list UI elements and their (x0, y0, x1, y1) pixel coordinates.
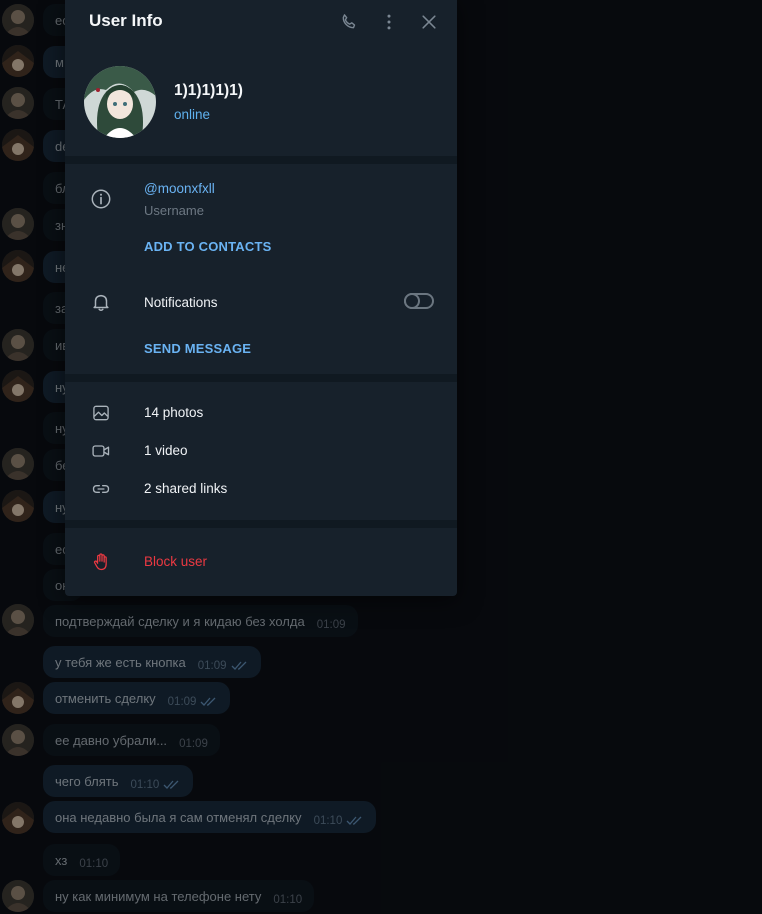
shared-links-row[interactable]: 2 shared links (65, 470, 457, 508)
shared-photos-label: 14 photos (144, 405, 204, 420)
block-user-label: Block user (144, 554, 208, 569)
divider (65, 156, 457, 164)
call-button[interactable] (337, 10, 361, 34)
block-user-row[interactable]: Block user (65, 543, 457, 581)
panel-header: User Info (65, 0, 457, 44)
shared-videos-row[interactable]: 1 video (65, 432, 457, 470)
panel-title: User Info (89, 11, 163, 30)
user-info-panel: User Info 1)1)1)1)1) online @moonxfxll U… (65, 0, 457, 596)
username-caption: Username (144, 203, 204, 218)
profile-avatar[interactable] (84, 66, 156, 138)
close-button[interactable] (417, 10, 441, 34)
bell-icon (89, 290, 113, 314)
profile-status: online (174, 107, 211, 122)
more-vertical-icon (387, 14, 391, 30)
info-icon (89, 187, 113, 211)
shared-videos-label: 1 video (144, 443, 188, 458)
divider (65, 520, 457, 528)
hand-stop-icon (89, 550, 113, 574)
notifications-label: Notifications (144, 295, 218, 310)
close-icon (422, 15, 436, 29)
more-button[interactable] (377, 10, 401, 34)
toggle-knob (404, 293, 420, 309)
profile-name: 1)1)1)1)1) (174, 82, 243, 99)
shared-photos-row[interactable]: 14 photos (65, 394, 457, 432)
add-to-contacts-button[interactable]: ADD TO CONTACTS (144, 239, 271, 254)
video-icon (89, 439, 113, 463)
link-icon (89, 477, 113, 501)
shared-links-label: 2 shared links (144, 481, 228, 496)
phone-icon (342, 14, 356, 29)
photo-icon (89, 401, 113, 425)
username-value[interactable]: @moonxfxll (144, 181, 215, 196)
send-message-button[interactable]: SEND MESSAGE (144, 341, 251, 356)
notifications-toggle[interactable] (404, 293, 434, 309)
divider (65, 374, 457, 382)
